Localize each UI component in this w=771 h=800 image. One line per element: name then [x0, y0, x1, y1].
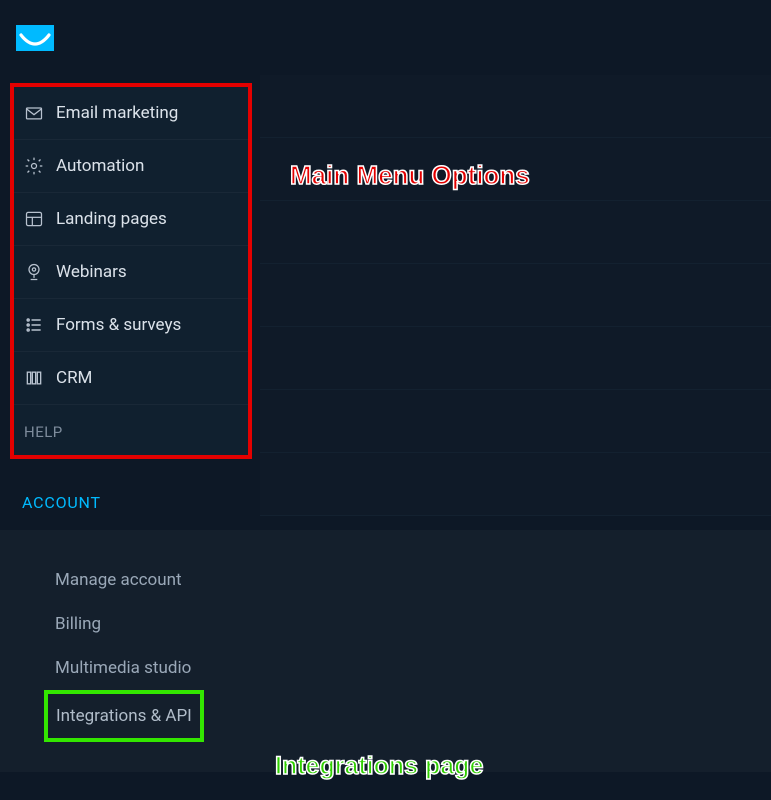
- sidebar-item-label: Forms & surveys: [56, 315, 181, 335]
- main-menu: Email marketing Automation Landing pages: [10, 83, 252, 459]
- submenu-label: Integrations & API: [56, 706, 192, 726]
- list-icon: [24, 315, 44, 335]
- sidebar-item-label: Automation: [56, 156, 144, 176]
- sidebar-item-email-marketing[interactable]: Email marketing: [14, 87, 248, 140]
- content-area: [260, 75, 771, 800]
- submenu-item-integrations-api[interactable]: Integrations & API: [44, 690, 204, 742]
- sidebar-item-forms-surveys[interactable]: Forms & surveys: [14, 299, 248, 352]
- submenu-label: Multimedia studio: [55, 658, 191, 678]
- submenu-label: Manage account: [55, 570, 182, 590]
- mail-icon: [24, 103, 44, 123]
- gear-icon: [24, 156, 44, 176]
- account-header-label: ACCOUNT: [22, 493, 101, 512]
- sidebar-item-help[interactable]: HELP: [14, 405, 248, 455]
- sidebar-item-label: CRM: [56, 368, 92, 388]
- sidebar-item-label: Landing pages: [56, 209, 167, 229]
- sidebar-item-automation[interactable]: Automation: [14, 140, 248, 193]
- app-logo[interactable]: [16, 25, 54, 51]
- sidebar-item-label: HELP: [24, 423, 63, 441]
- sidebar-item-landing-pages[interactable]: Landing pages: [14, 193, 248, 246]
- webcam-icon: [24, 262, 44, 282]
- submenu-label: Billing: [55, 614, 101, 634]
- sidebar-item-crm[interactable]: CRM: [14, 352, 248, 405]
- sidebar-item-label: Email marketing: [56, 103, 178, 123]
- sidebar-item-label: Webinars: [56, 262, 127, 282]
- layout-icon: [24, 209, 44, 229]
- smile-icon: [16, 33, 54, 51]
- columns-icon: [24, 368, 44, 388]
- sidebar-item-webinars[interactable]: Webinars: [14, 246, 248, 299]
